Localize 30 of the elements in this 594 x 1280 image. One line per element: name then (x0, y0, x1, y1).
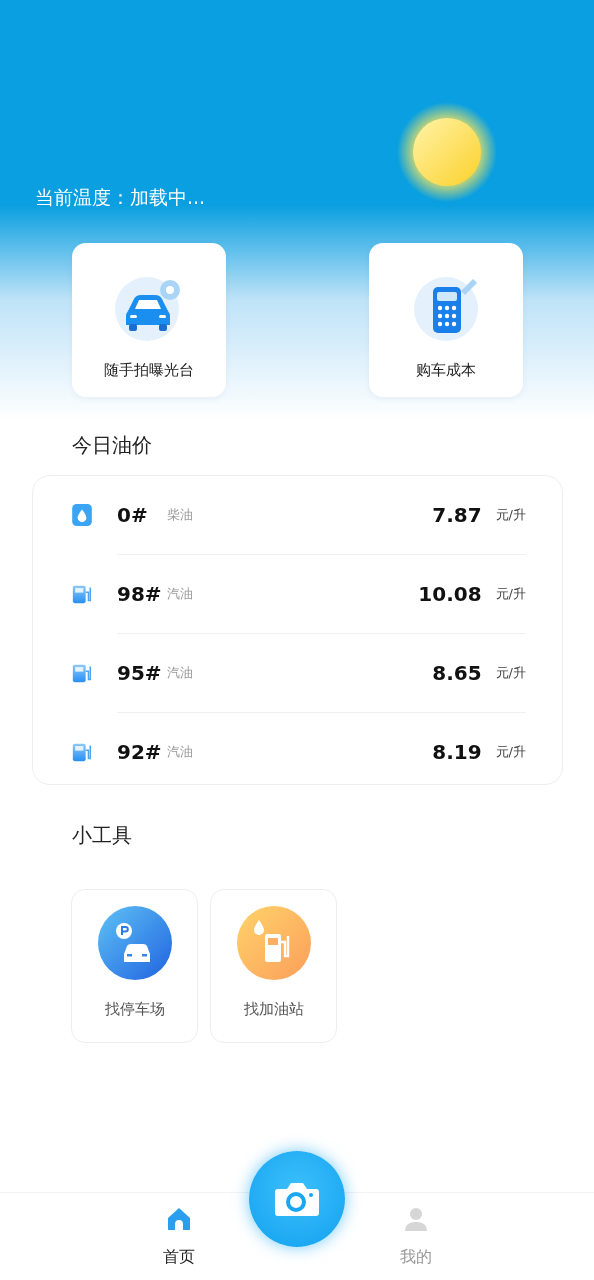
temperature-text: 当前温度：加载中... (35, 185, 206, 210)
price-value: 8.19 (432, 740, 482, 764)
tool-card[interactable]: 随手拍曝光台 (72, 243, 226, 397)
fuel-grade: 92# (117, 740, 163, 764)
gas-station-icon (236, 906, 311, 980)
price-unit: 元/升 (495, 743, 526, 761)
parking-icon (97, 906, 172, 980)
price-value: 7.87 (432, 503, 482, 527)
fuel-type: 汽油 (167, 664, 193, 682)
fuel-grade: 0# (117, 503, 149, 527)
price-unit: 元/升 (495, 664, 526, 682)
tool-card[interactable]: 找停车场 (71, 889, 198, 1043)
camera-button[interactable] (249, 1151, 345, 1247)
drop-icon (71, 503, 93, 527)
price-value: 10.08 (418, 582, 482, 606)
fuel-type: 汽油 (167, 585, 193, 603)
section-title: 小工具 (72, 822, 133, 849)
sun-icon (397, 102, 497, 202)
section-title: 今日油价 (72, 432, 153, 459)
fuel-grade: 98# (117, 582, 163, 606)
fuel-grade: 95# (117, 661, 163, 685)
fuel-type: 汽油 (167, 743, 193, 761)
fuel-type: 柴油 (167, 506, 193, 524)
price-value: 8.65 (432, 661, 482, 685)
tool-card[interactable]: 找加油站 (210, 889, 337, 1043)
price-unit: 元/升 (495, 506, 526, 524)
price-unit: 元/升 (495, 585, 526, 603)
tool-card[interactable]: 购车成本 (369, 243, 523, 397)
camera-icon (274, 1181, 320, 1217)
nav-tab[interactable]: 首页 (128, 1193, 229, 1280)
